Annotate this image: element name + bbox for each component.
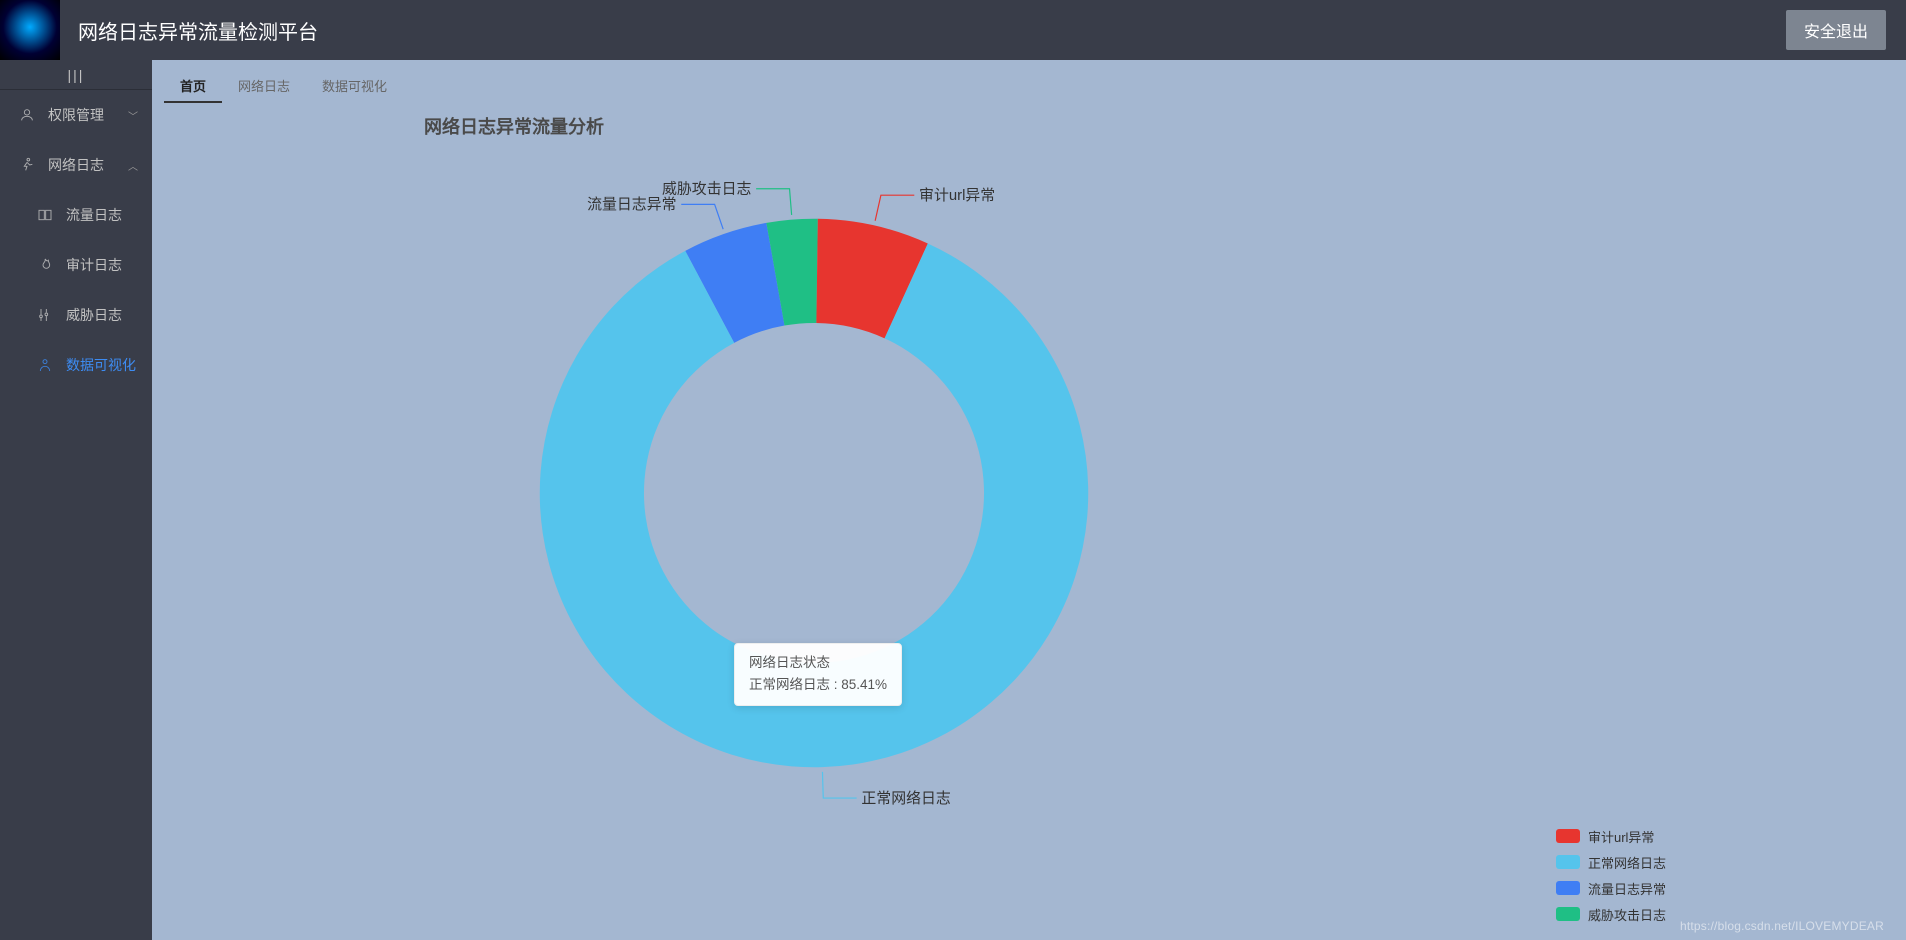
logout-button[interactable]: 安全退出 xyxy=(1786,10,1886,50)
sidebar-item-data-viz[interactable]: 数据可视化 xyxy=(0,340,152,390)
leader-line xyxy=(756,189,791,215)
legend-label: 正常网络日志 xyxy=(1588,853,1666,872)
legend-swatch xyxy=(1556,855,1580,869)
slice-label: 审计url异常 xyxy=(919,187,995,204)
tools-icon xyxy=(36,307,54,323)
sidebar-item-label: 权限管理 xyxy=(48,105,104,125)
donut-chart[interactable]: 流量日志异常威胁攻击日志审计url异常正常网络日志 xyxy=(504,183,1124,803)
sidebar-item-label: 流量日志 xyxy=(66,205,122,225)
tab-dataviz[interactable]: 数据可视化 xyxy=(306,70,403,103)
legend-label: 审计url异常 xyxy=(1588,827,1654,846)
app-header: 网络日志异常流量检测平台 安全退出 xyxy=(0,0,1906,60)
watermark: https://blog.csdn.net/ILOVEMYDEAR xyxy=(1680,919,1884,933)
leader-line xyxy=(822,772,856,798)
tab-home[interactable]: 首页 xyxy=(164,70,222,103)
user-icon xyxy=(18,107,36,123)
tooltip-title: 网络日志状态 xyxy=(749,652,887,674)
sidebar-collapse-toggle[interactable]: ||| xyxy=(0,60,152,90)
chevron-down-icon: ﹀ xyxy=(128,108,138,123)
tooltip-value: 正常网络日志 : 85.41% xyxy=(749,674,887,696)
legend-swatch xyxy=(1556,829,1580,843)
sidebar-item-label: 审计日志 xyxy=(66,255,122,275)
slice-label: 流量日志异常 xyxy=(587,196,676,213)
slice-label: 威胁攻击日志 xyxy=(662,181,751,198)
flame-icon xyxy=(36,257,54,273)
book-icon xyxy=(36,207,54,223)
legend-item[interactable]: 威胁攻击日志 xyxy=(1556,901,1666,927)
sidebar-item-audit-log[interactable]: 审计日志 xyxy=(0,240,152,290)
app-title: 网络日志异常流量检测平台 xyxy=(78,16,318,45)
sidebar-item-label: 威胁日志 xyxy=(66,305,122,325)
sidebar-item-netlog[interactable]: 网络日志 ︿ xyxy=(0,140,152,190)
person-icon xyxy=(36,357,54,373)
sidebar-item-traffic-log[interactable]: 流量日志 xyxy=(0,190,152,240)
legend-swatch xyxy=(1556,881,1580,895)
slice-label: 正常网络日志 xyxy=(861,790,950,807)
chart-legend: 审计url异常正常网络日志流量日志异常威胁攻击日志 xyxy=(1556,823,1666,927)
content-area: 首页 网络日志 数据可视化 网络日志异常流量分析 流量日志异常威胁攻击日志审计u… xyxy=(152,60,1906,940)
app-logo xyxy=(0,0,60,60)
chart-title: 网络日志异常流量分析 xyxy=(424,113,1894,139)
tab-netlog[interactable]: 网络日志 xyxy=(222,70,306,103)
legend-label: 威胁攻击日志 xyxy=(1588,905,1666,924)
chart-tooltip: 网络日志状态 正常网络日志 : 85.41% xyxy=(734,643,902,706)
tab-bar: 首页 网络日志 数据可视化 xyxy=(164,70,1894,103)
legend-label: 流量日志异常 xyxy=(1588,879,1666,898)
chart-panel: 网络日志异常流量分析 流量日志异常威胁攻击日志审计url异常正常网络日志 网络日… xyxy=(164,113,1894,937)
legend-swatch xyxy=(1556,907,1580,921)
chevron-up-icon: ︿ xyxy=(128,158,138,173)
sidebar: ||| 权限管理 ﹀ 网络日志 ︿ 流量日志 xyxy=(0,60,152,940)
sidebar-item-label: 网络日志 xyxy=(48,155,104,175)
legend-item[interactable]: 审计url异常 xyxy=(1556,823,1666,849)
leader-line xyxy=(875,195,914,221)
legend-item[interactable]: 流量日志异常 xyxy=(1556,875,1666,901)
sidebar-item-label: 数据可视化 xyxy=(66,355,136,375)
leader-line xyxy=(681,204,723,229)
running-icon xyxy=(18,157,36,173)
sidebar-item-threat-log[interactable]: 威胁日志 xyxy=(0,290,152,340)
sidebar-item-permissions[interactable]: 权限管理 ﹀ xyxy=(0,90,152,140)
legend-item[interactable]: 正常网络日志 xyxy=(1556,849,1666,875)
